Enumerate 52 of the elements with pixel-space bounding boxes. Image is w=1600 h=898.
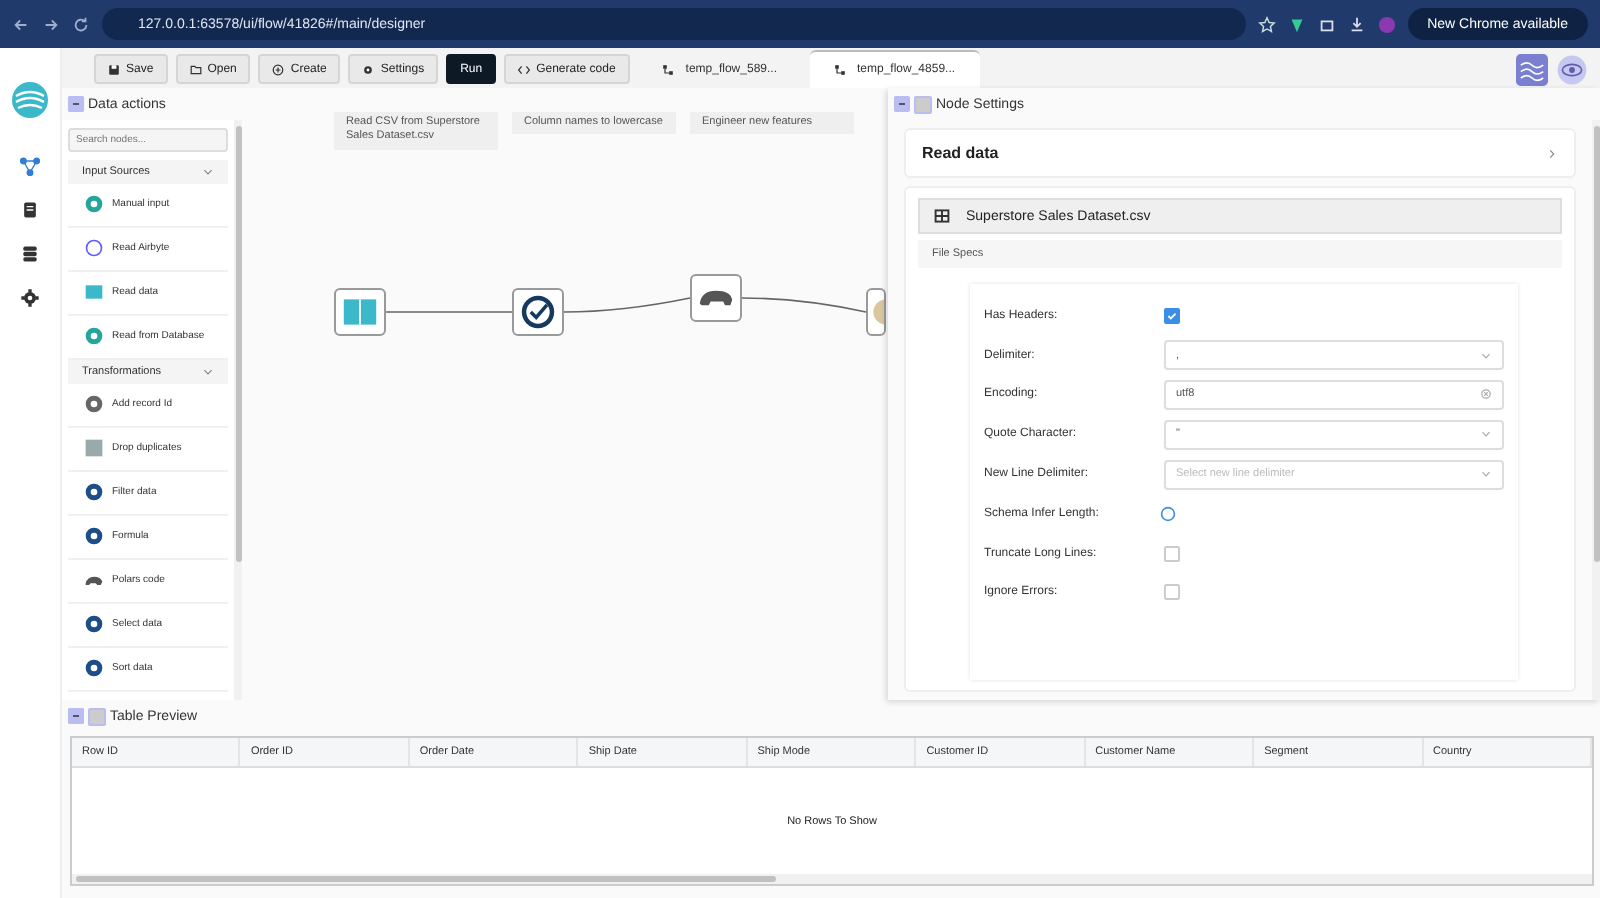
flow-icon [661, 63, 674, 75]
folder-icon [189, 63, 202, 75]
node-type-icon [84, 394, 104, 415]
node-header-card[interactable]: Read data [904, 128, 1576, 178]
save-icon [108, 63, 120, 75]
chevron-icon [1546, 147, 1558, 159]
node-type-icon [84, 614, 104, 635]
chevron-icon [202, 165, 214, 178]
flow-icon[interactable] [20, 156, 40, 176]
wave-logo-icon[interactable] [1516, 53, 1548, 85]
code-icon [518, 63, 531, 75]
logo-icon [10, 80, 50, 120]
checkmark-icon [520, 294, 556, 330]
checkbox[interactable] [1164, 584, 1180, 601]
back-icon[interactable] [12, 15, 30, 33]
node-type-icon [84, 194, 104, 215]
star-icon[interactable] [1257, 15, 1276, 33]
table-icon [934, 208, 950, 224]
flow-node[interactable] [866, 288, 886, 336]
node-type-icon [84, 658, 104, 679]
settings-icon [362, 63, 375, 75]
collapse-button[interactable] [68, 96, 84, 112]
download-icon[interactable] [1347, 15, 1366, 33]
chevron-icon [1480, 468, 1492, 481]
square-icon [84, 438, 104, 459]
node-type-icon [84, 482, 104, 503]
node-type-icon [84, 326, 104, 347]
database-icon[interactable] [20, 244, 40, 264]
collapse-button[interactable] [68, 708, 84, 724]
plus-icon [272, 63, 285, 75]
connector-line [563, 297, 691, 313]
clear-icon[interactable] [1480, 388, 1492, 401]
ring-icon [84, 238, 104, 259]
chevron-icon [1480, 428, 1492, 441]
loading-spinner-icon [1160, 505, 1176, 522]
node-type-icon [84, 526, 104, 547]
checkbox[interactable] [1164, 307, 1180, 324]
flow-icon [833, 64, 845, 76]
connector-line [741, 297, 867, 313]
book-node[interactable] [334, 288, 386, 336]
forward-icon[interactable] [42, 15, 60, 33]
chevron-icon [202, 365, 214, 378]
reload-icon[interactable] [72, 15, 90, 33]
eye-icon[interactable] [1556, 53, 1588, 85]
scrollbar[interactable] [76, 876, 776, 882]
connector-line [385, 311, 513, 313]
settings-icon[interactable] [20, 288, 40, 308]
chevron-icon [1480, 349, 1492, 362]
collapse-button[interactable] [894, 96, 910, 112]
extension-icon[interactable] [1287, 15, 1306, 33]
checkbox[interactable] [1164, 545, 1180, 562]
checkmark-node[interactable] [512, 288, 564, 336]
